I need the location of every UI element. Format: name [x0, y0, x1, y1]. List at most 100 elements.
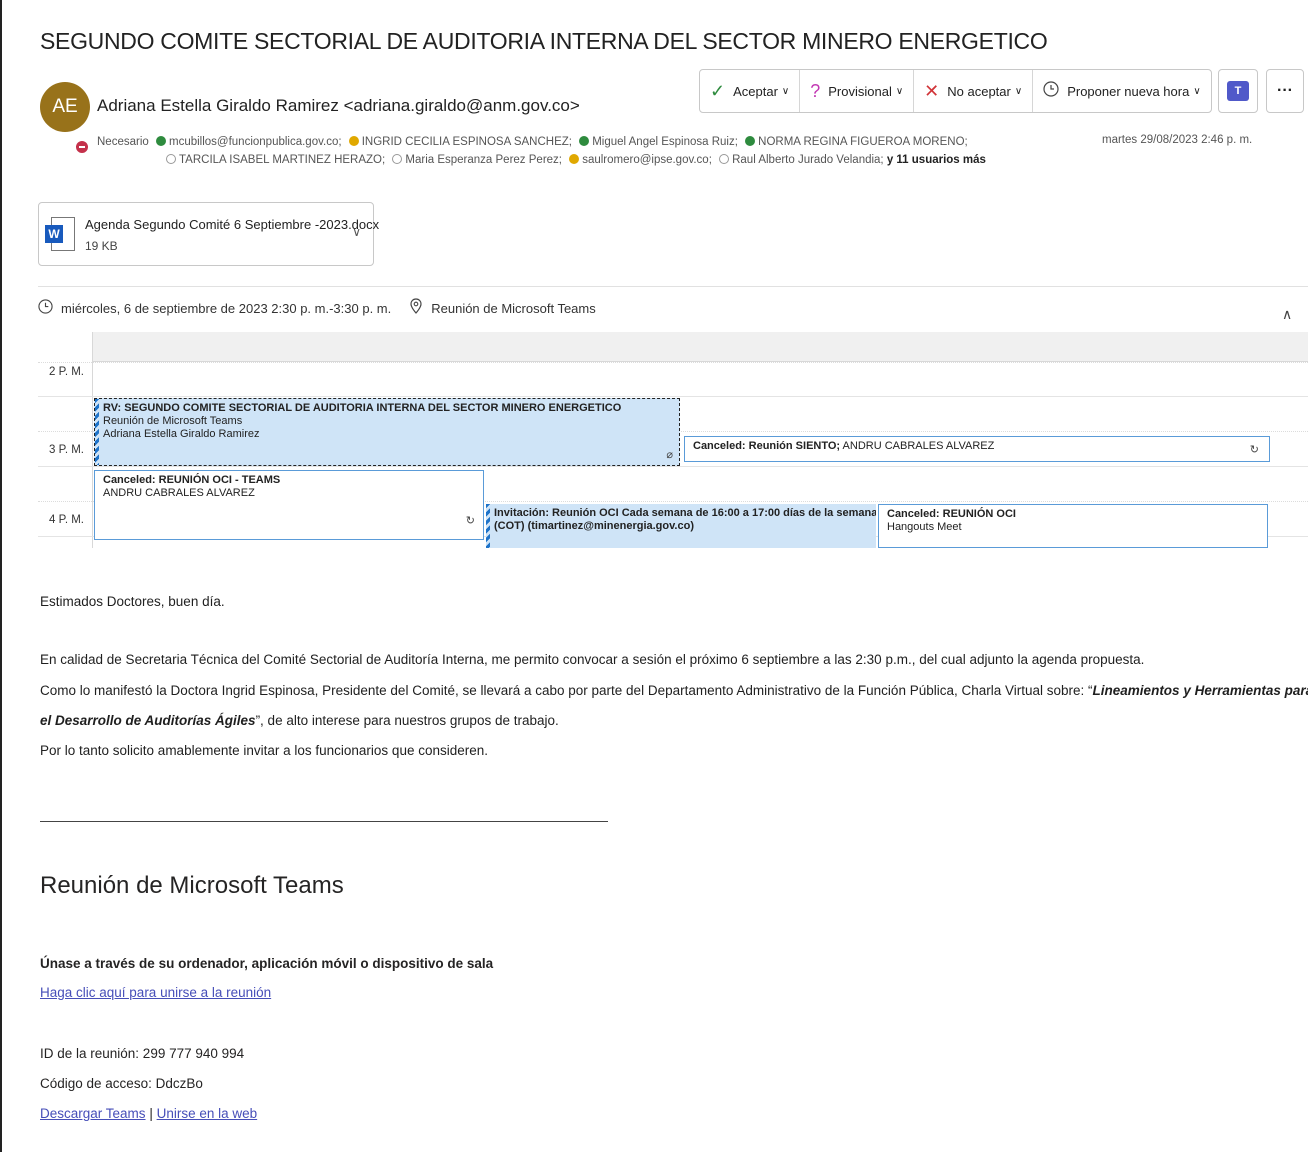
calendar-event-invitation[interactable]: Invitación: Reunión OCI Cada semana de 1…	[486, 504, 876, 548]
body-text: Como lo manifestó la Doctora Ingrid Espi…	[40, 683, 1093, 698]
location-pin-icon	[409, 298, 423, 318]
more-options-button[interactable]: ···	[1266, 69, 1304, 113]
tentative-label: Provisional	[828, 83, 892, 99]
chevron-down-icon[interactable]: ∨	[352, 225, 361, 239]
calendar-event-canceled[interactable]: Canceled: Reunión SIENTO; ANDRU CABRALES…	[684, 436, 1270, 462]
response-status-icon	[569, 154, 580, 164]
calendar-event-current[interactable]: RV: SEGUNDO COMITE SECTORIAL DE AUDITORI…	[94, 398, 680, 466]
chevron-up-icon[interactable]: ∧	[1282, 306, 1292, 323]
recipient-name[interactable]: TARCILA ISABEL MARTINEZ HERAZO;	[179, 154, 388, 166]
word-document-icon: W	[45, 217, 75, 251]
decline-button[interactable]: ✕ No aceptar ∨	[914, 70, 1034, 112]
event-location: Reunión de Microsoft Teams	[103, 415, 243, 427]
meeting-info: miércoles, 6 de septiembre de 2023 2:30 …	[38, 298, 596, 318]
recipient-name[interactable]: NORMA REGINA FIGUEROA MORENO;	[758, 136, 968, 148]
body-paragraph: Por lo tanto solicito amablemente invita…	[40, 743, 488, 758]
recipient-name[interactable]: Miguel Angel Espinosa Ruiz;	[592, 136, 741, 148]
paperclip-icon: ⌀	[666, 449, 673, 461]
event-title: RV: SEGUNDO COMITE SECTORIAL DE AUDITORI…	[103, 402, 622, 414]
response-status-icon	[155, 136, 166, 146]
event-organizer: ANDRU CABRALES ALVAREZ	[840, 440, 995, 452]
hour-label: 3 P. M.	[49, 444, 84, 456]
body-text: ”, de alto interese para nuestros grupos…	[255, 713, 559, 728]
teams-links: Descargar Teams | Unirse en la web	[40, 1106, 257, 1121]
question-mark-icon: ?	[810, 80, 821, 101]
required-label: Necesario	[97, 136, 149, 148]
event-title: Invitación: Reunión OCI Cada semana de 1…	[494, 507, 876, 519]
download-teams-link[interactable]: Descargar Teams	[40, 1106, 146, 1121]
attachment-card[interactable]: W Agenda Segundo Comité 6 Septiembre -20…	[38, 202, 379, 266]
recipient-name[interactable]: mcubillos@funcionpublica.gov.co;	[169, 136, 345, 148]
event-title: Canceled: REUNIÓN OCI	[887, 508, 1016, 520]
recipients-list: Necesario mcubillos@funcionpublica.gov.c…	[97, 133, 997, 169]
sent-date: martes 29/08/2023 2:46 p. m.	[1102, 134, 1253, 146]
sender-name[interactable]: Adriana Estella Giraldo Ramirez <adriana…	[97, 96, 580, 116]
join-web-link[interactable]: Unirse en la web	[157, 1106, 258, 1121]
recurring-icon: ↻	[1249, 444, 1259, 456]
calendar-event-canceled[interactable]: Canceled: REUNIÓN OCI - TEAMS ANDRU CABR…	[94, 470, 484, 540]
presence-busy-icon	[74, 139, 90, 155]
chevron-down-icon: ∨	[895, 85, 904, 97]
recipient-name[interactable]: saulromero@ipse.gov.co;	[582, 154, 715, 166]
calendar-event-canceled[interactable]: Canceled: REUNIÓN OCI Hangouts Meet	[878, 504, 1268, 548]
recipient-name[interactable]: Maria Esperanza Perez Perez;	[405, 154, 565, 166]
x-mark-icon: ✕	[924, 80, 940, 101]
sender-avatar[interactable]: AE	[40, 82, 90, 132]
meeting-location: Reunión de Microsoft Teams	[431, 300, 596, 316]
response-status-icon	[719, 154, 730, 164]
calendar-preview: 2 P. M. 3 P. M. 4 P. M. RV: SEGUNDO COMI…	[38, 332, 1308, 548]
propose-new-time-button[interactable]: Proponer nueva hora ∨	[1033, 70, 1210, 112]
talk-title: Lineamientos y Herramientas para	[1092, 683, 1308, 698]
clock-icon	[38, 298, 53, 318]
chevron-down-icon: ∨	[781, 85, 790, 97]
calendar-header	[92, 332, 1308, 362]
join-heading: Únase a través de su ordenador, aplicaci…	[40, 956, 494, 971]
accept-button[interactable]: ✓ Aceptar ∨	[700, 70, 801, 112]
body-greeting: Estimados Doctores, buen día.	[40, 594, 225, 609]
event-organizer: Adriana Estella Giraldo Ramirez	[103, 428, 260, 440]
recipient-name[interactable]: Raul Alberto Jurado Velandia;	[732, 154, 887, 166]
body-paragraph: Como lo manifestó la Doctora Ingrid Espi…	[40, 683, 1308, 698]
hour-label: 2 P. M.	[49, 366, 84, 378]
meeting-id: ID de la reunión: 299 777 940 994	[40, 1046, 245, 1061]
divider	[40, 821, 608, 822]
more-recipients-link[interactable]: y 11 usuarios más	[887, 154, 986, 166]
attachment-size: 19 KB	[85, 239, 118, 253]
response-status-icon	[579, 136, 590, 146]
event-organizer: (COT) (timartinez@minenergia.gov.co)	[494, 520, 694, 532]
talk-title: el Desarrollo de Auditorías Ágiles	[40, 713, 256, 728]
body-paragraph: En calidad de Secretaria Técnica del Com…	[40, 652, 1145, 667]
recipients-line-2: TARCILA ISABEL MARTINEZ HERAZO; Maria Es…	[97, 151, 997, 169]
link-separator: |	[149, 1106, 153, 1121]
teams-button[interactable]: T	[1218, 69, 1258, 113]
attachment-name: Agenda Segundo Comité 6 Septiembre -2023…	[85, 217, 380, 232]
chevron-down-icon: ∨	[1014, 85, 1023, 97]
decline-label: No aceptar	[947, 83, 1011, 99]
recipient-name[interactable]: INGRID CECILIA ESPINOSA SANCHEZ;	[362, 136, 575, 148]
event-organizer: ANDRU CABRALES ALVAREZ	[103, 487, 255, 499]
join-meeting-link[interactable]: Haga clic aquí para unirse a la reunión	[40, 985, 271, 1000]
tentative-button[interactable]: ? Provisional ∨	[800, 70, 915, 112]
teams-icon: T	[1227, 81, 1249, 101]
meeting-time: miércoles, 6 de septiembre de 2023 2:30 …	[61, 300, 392, 316]
accept-label: Aceptar	[733, 83, 778, 99]
meeting-passcode: Código de acceso: DdczBo	[40, 1076, 203, 1091]
recurring-icon: ↻	[465, 515, 475, 527]
propose-label: Proponer nueva hora	[1067, 83, 1190, 99]
event-location: Hangouts Meet	[887, 521, 962, 533]
body-paragraph: el Desarrollo de Auditorías Ágiles”, de …	[40, 713, 559, 728]
response-status-icon	[166, 154, 176, 164]
response-status-icon	[745, 136, 756, 146]
response-status-icon	[348, 136, 359, 146]
clock-icon	[1043, 80, 1059, 102]
divider	[38, 286, 1308, 287]
email-subject: SEGUNDO COMITE SECTORIAL DE AUDITORIA IN…	[40, 28, 1048, 54]
recipients-line-1: Necesario mcubillos@funcionpublica.gov.c…	[97, 133, 997, 151]
event-title: Canceled: REUNIÓN OCI - TEAMS	[103, 474, 281, 486]
hour-label: 4 P. M.	[49, 514, 84, 526]
chevron-down-icon: ∨	[1193, 85, 1201, 97]
checkmark-icon: ✓	[710, 80, 726, 101]
email-reading-pane: SEGUNDO COMITE SECTORIAL DE AUDITORIA IN…	[0, 0, 1308, 1152]
teams-meeting-title: Reunión de Microsoft Teams	[40, 872, 344, 899]
response-toolbar: ✓ Aceptar ∨ ? Provisional ∨ ✕ No aceptar…	[699, 69, 1212, 113]
